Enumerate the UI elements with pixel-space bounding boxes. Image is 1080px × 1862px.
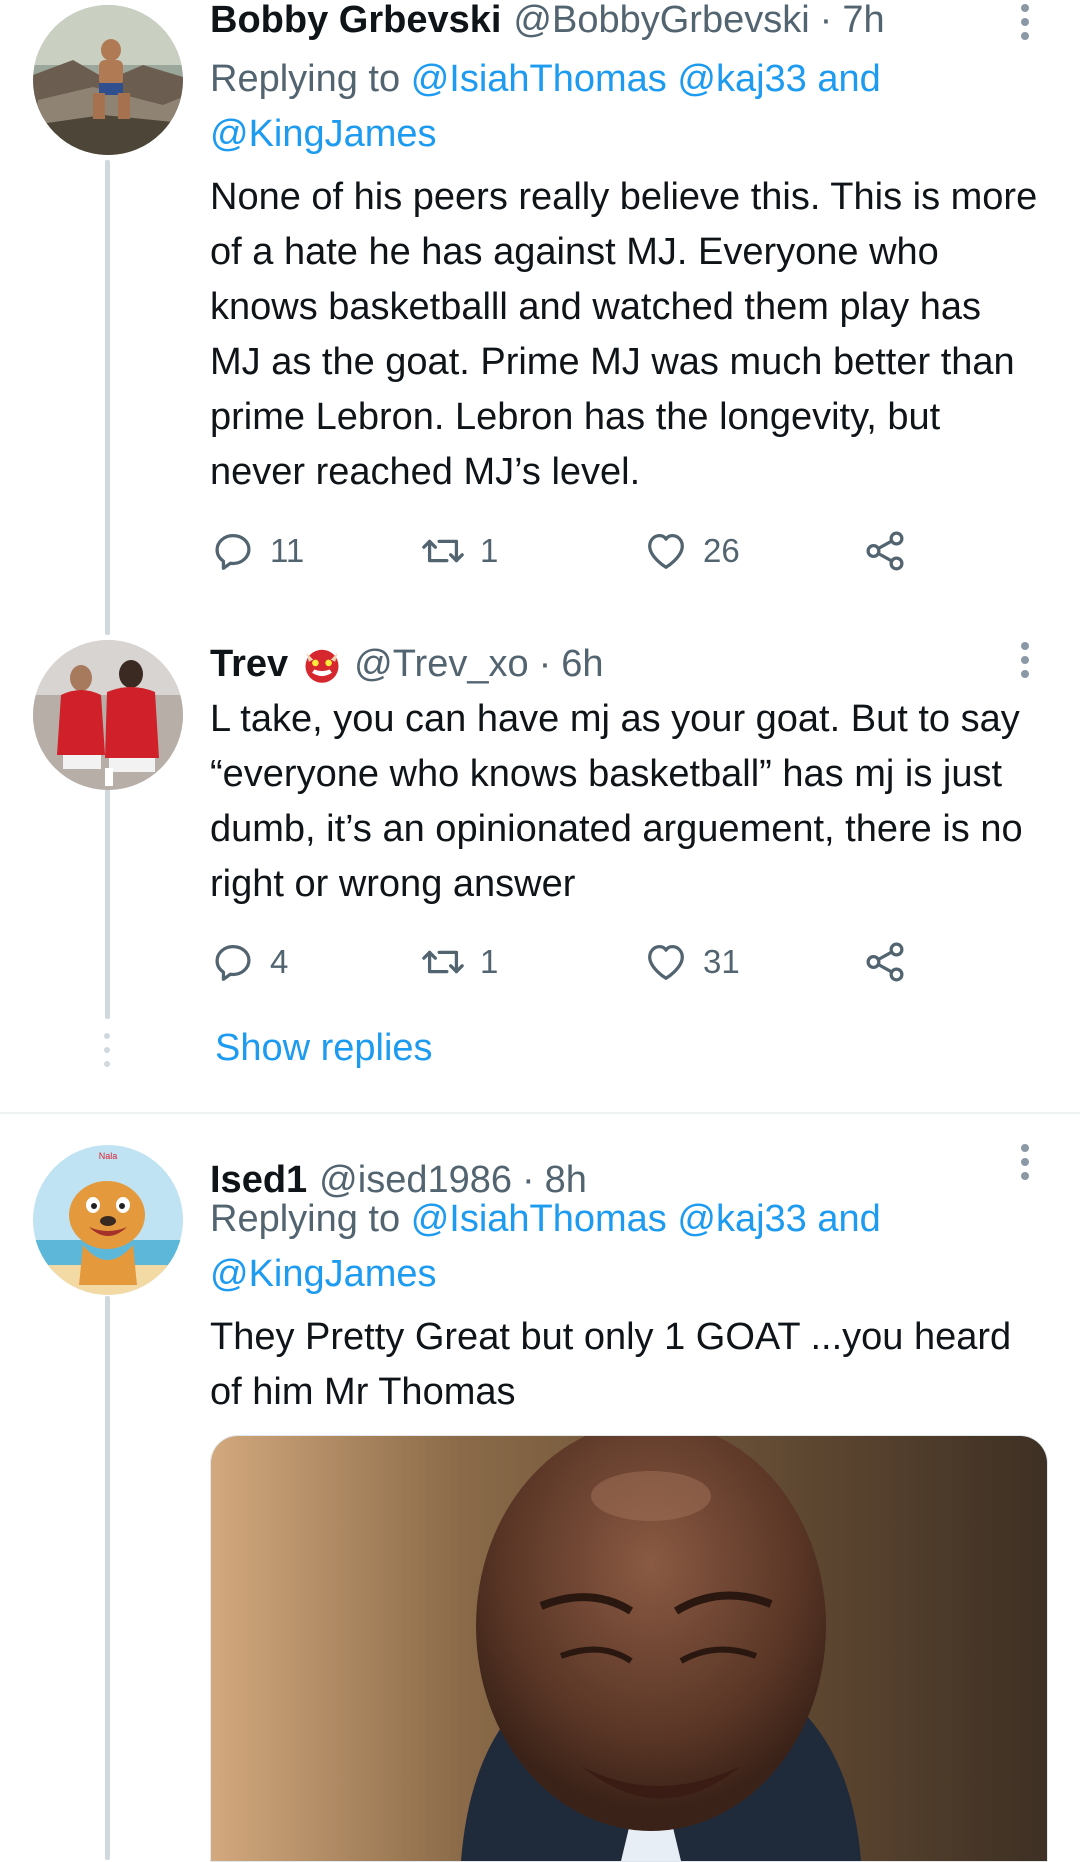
reply-icon xyxy=(215,945,251,981)
like-button[interactable]: 26 xyxy=(643,526,740,576)
timestamp[interactable]: 7h xyxy=(842,0,884,44)
avatar-caption: Nala xyxy=(99,1151,118,1161)
more-icon[interactable] xyxy=(1020,4,1030,40)
tweet-header: Trev @Trev_xo · 6h xyxy=(210,640,604,688)
avatar-bobby[interactable] xyxy=(33,5,183,155)
thread-line xyxy=(105,763,110,1019)
tweet-actions: 11 1 26 xyxy=(210,526,930,576)
show-replies-link[interactable]: Show replies xyxy=(215,1027,433,1070)
share-button[interactable] xyxy=(862,937,908,987)
author-handle[interactable]: @Trev_xo xyxy=(354,640,528,688)
mention-link[interactable]: @kaj33 xyxy=(677,58,806,100)
author-handle[interactable]: @BobbyGrbevski xyxy=(513,0,809,44)
mention-and[interactable]: and xyxy=(817,58,880,100)
reply-button[interactable]: 11 xyxy=(210,526,304,576)
author-name[interactable]: Trev xyxy=(210,640,288,688)
tweet-text: They Pretty Great but only 1 GOAT ...you… xyxy=(210,1316,1012,1413)
mention-and[interactable]: and xyxy=(817,1198,880,1240)
retweet-button[interactable]: 1 xyxy=(420,526,498,576)
retweet-count: 1 xyxy=(480,943,499,980)
avatar-trev[interactable] xyxy=(33,640,183,790)
separator: · xyxy=(819,0,833,41)
ogre-emoji-icon xyxy=(305,649,339,683)
separator: · xyxy=(538,643,552,685)
like-count: 26 xyxy=(703,532,740,569)
author-name[interactable]: Bobby Grbevski xyxy=(210,0,501,44)
more-icon[interactable] xyxy=(1020,642,1030,678)
tweet-text: L take, you can have mj as your goat. Bu… xyxy=(210,698,1023,905)
like-icon xyxy=(648,534,684,569)
like-count: 31 xyxy=(703,943,740,980)
thread-continuation-dots xyxy=(104,1033,112,1067)
reply-count: 4 xyxy=(270,943,289,980)
share-button[interactable] xyxy=(862,526,908,576)
tweet-actions: 4 1 31 xyxy=(210,937,930,987)
divider xyxy=(0,1112,1080,1114)
tweet-header: Bobby Grbevski @BobbyGrbevski · 7h xyxy=(210,0,885,44)
timestamp[interactable]: 6h xyxy=(561,640,603,688)
reply-count: 11 xyxy=(270,532,305,569)
like-button[interactable]: 31 xyxy=(643,937,740,987)
replying-to: Replying to @IsiahThomas @kaj33 and @Kin… xyxy=(210,52,1030,162)
mention-link[interactable]: @IsiahThomas xyxy=(411,58,667,100)
replying-to: Replying to @IsiahThomas @kaj33 and @Kin… xyxy=(210,1192,1030,1302)
thread-line xyxy=(105,160,110,635)
share-icon xyxy=(866,942,904,982)
retweet-button[interactable]: 1 xyxy=(420,937,498,987)
tweet-text: None of his peers really believe this. T… xyxy=(210,176,1038,493)
share-icon xyxy=(866,531,904,571)
reply-icon xyxy=(215,534,251,570)
reply-button[interactable]: 4 xyxy=(210,937,288,987)
mention-link[interactable]: @KingJames xyxy=(210,113,437,155)
avatar-ised1[interactable]: Nala xyxy=(33,1145,183,1295)
more-icon[interactable] xyxy=(1020,1144,1030,1180)
replying-prefix: Replying to xyxy=(210,58,401,100)
replying-prefix: Replying to xyxy=(210,1198,401,1240)
like-icon xyxy=(648,945,684,980)
thread-line xyxy=(105,1296,110,1860)
mention-link[interactable]: @kaj33 xyxy=(677,1198,806,1240)
retweet-icon xyxy=(422,950,464,974)
retweet-count: 1 xyxy=(480,532,499,569)
mention-link[interactable]: @IsiahThomas xyxy=(411,1198,667,1240)
mention-link[interactable]: @KingJames xyxy=(210,1253,437,1295)
tweet-media-image[interactable] xyxy=(210,1435,1048,1862)
retweet-icon xyxy=(422,539,464,563)
